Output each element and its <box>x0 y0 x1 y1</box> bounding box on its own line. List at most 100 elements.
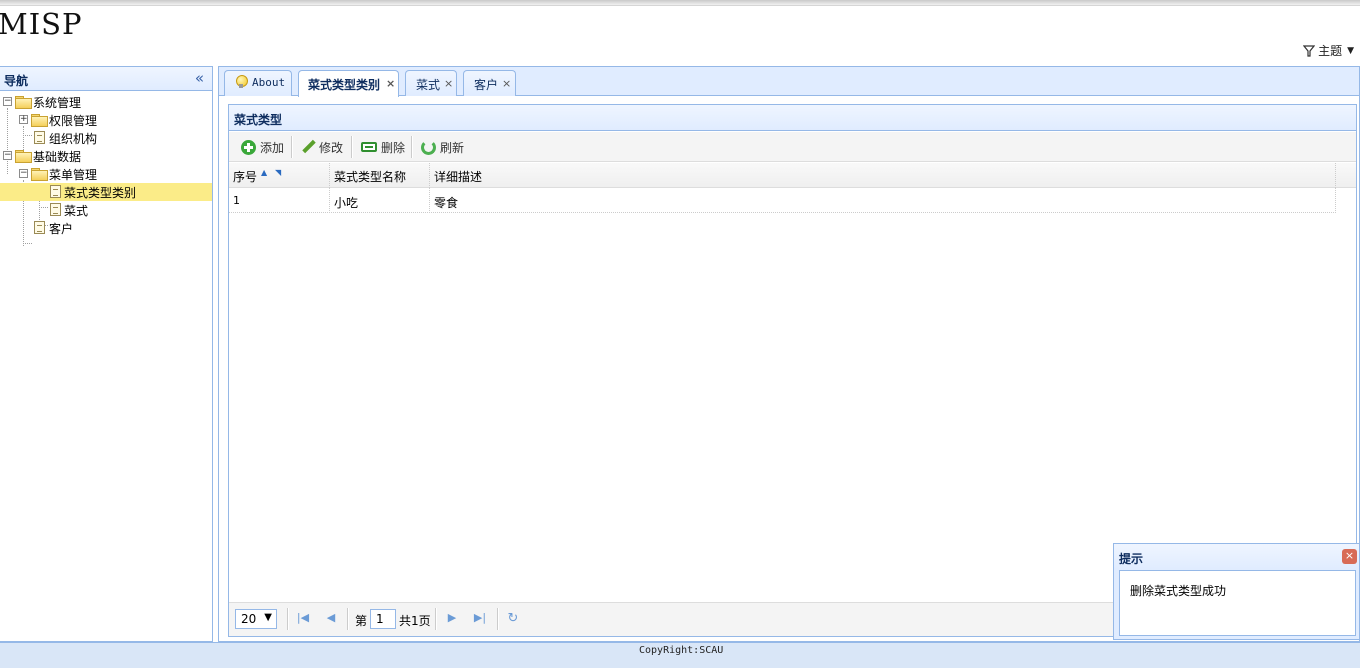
tree-connector <box>23 243 32 244</box>
refresh-button[interactable]: 刷新 <box>421 136 464 158</box>
notification-title: 提示 <box>1119 552 1144 566</box>
tree-node-label: 基础数据 <box>33 150 82 164</box>
tab-label: 菜式 <box>416 78 441 92</box>
tab-dish[interactable]: 菜式 × <box>405 70 457 96</box>
toolbar-separator <box>351 136 353 158</box>
page-prefix: 第 <box>355 614 368 628</box>
column-header-description[interactable]: 详细描述 <box>430 163 1336 188</box>
first-page-icon[interactable]: |◀ <box>296 611 310 627</box>
app-root: MISP 主题 ▼ 导航 « − 系统管理 + 权限管理 组织机构 − 基础数据… <box>0 0 1360 668</box>
remove-icon <box>361 142 377 152</box>
tree-node-permission-management[interactable]: + 权限管理 <box>0 111 212 129</box>
caret-down-icon: ▼ <box>1347 45 1354 56</box>
folder-open-icon <box>15 150 32 163</box>
add-button[interactable]: 添加 <box>241 136 284 158</box>
tree-node-dish[interactable]: 菜式 <box>0 201 212 219</box>
cell-value: 小吃 <box>334 196 359 210</box>
collapse-toggle-icon[interactable]: − <box>3 151 12 160</box>
nav-panel-header: 导航 « <box>0 67 212 91</box>
tab-customer[interactable]: 客户 × <box>463 70 516 96</box>
column-header-type-name[interactable]: 菜式类型名称 <box>330 163 430 188</box>
file-icon <box>50 203 61 216</box>
tree-node-menu-management[interactable]: − 菜单管理 <box>0 165 212 183</box>
cell-index: 1 <box>229 188 330 213</box>
pager-separator <box>435 608 437 630</box>
file-icon <box>34 221 45 234</box>
caret-down-icon: ▼ <box>264 612 272 623</box>
double-chevron-left-icon[interactable]: « <box>195 69 204 87</box>
column-header-label: 菜式类型名称 <box>334 170 407 184</box>
sort-desc-icon[interactable]: ◥ <box>275 168 281 177</box>
file-icon <box>50 185 61 198</box>
sort-asc-icon[interactable]: ▲ <box>261 168 267 177</box>
panel-title: 菜式类型 <box>234 113 283 127</box>
delete-button[interactable]: 删除 <box>361 136 405 158</box>
reload-icon[interactable]: ↻ <box>506 611 520 627</box>
lightbulb-icon <box>236 75 248 88</box>
notification-window: 提示 × 删除菜式类型成功 <box>1113 543 1360 640</box>
collapse-toggle-icon[interactable]: − <box>19 169 28 178</box>
notification-body: 删除菜式类型成功 <box>1119 570 1356 636</box>
pager-separator <box>287 608 289 630</box>
pager-separator <box>497 608 499 630</box>
cell-value: 1 <box>233 194 240 207</box>
tree-node-customer[interactable]: 客户 <box>0 219 212 237</box>
browser-top-strip <box>0 0 1360 6</box>
tree-node-label: 客户 <box>49 222 74 236</box>
tab-about[interactable]: About <box>224 70 292 96</box>
close-icon[interactable]: × <box>386 77 395 90</box>
cell-description: 零食 <box>430 188 1336 213</box>
page-number-input[interactable]: 1 <box>370 609 396 629</box>
last-page-icon[interactable]: ▶| <box>473 611 487 627</box>
file-icon <box>34 131 45 144</box>
column-header-index[interactable]: 序号 ▲ ◥ <box>229 163 330 188</box>
delete-button-label: 删除 <box>381 140 406 155</box>
tab-bar: About 菜式类型类别 × 菜式 × 客户 × <box>219 67 1359 97</box>
tree-node-label: 组织机构 <box>49 132 98 146</box>
column-header-label: 序号 <box>233 170 258 184</box>
tab-dish-type-category[interactable]: 菜式类型类别 × <box>298 70 399 97</box>
column-header-label: 详细描述 <box>434 170 483 184</box>
table-row[interactable]: 1 小吃 零食 <box>229 188 1336 213</box>
cell-value: 零食 <box>434 196 459 210</box>
tab-label: 客户 <box>474 78 499 92</box>
next-page-icon[interactable]: ▶ <box>445 611 459 627</box>
tree-node-dish-type-category[interactable]: 菜式类型类别 <box>0 183 212 201</box>
toolbar-separator <box>411 136 413 158</box>
close-icon[interactable]: × <box>502 77 511 90</box>
refresh-icon <box>421 139 436 155</box>
panel-header: 菜式类型 <box>229 105 1356 131</box>
toolbar-separator <box>291 136 293 158</box>
prev-page-icon[interactable]: ◀ <box>324 611 338 627</box>
close-icon[interactable]: × <box>444 77 453 90</box>
expand-toggle-icon[interactable]: + <box>19 115 28 124</box>
page-total: 共1页 <box>399 614 431 628</box>
tree-node-organization[interactable]: 组织机构 <box>0 129 212 147</box>
pager-separator <box>347 608 349 630</box>
tree-node-label: 菜式类型类别 <box>64 186 137 200</box>
notification-text: 删除菜式类型成功 <box>1130 584 1227 598</box>
page-size-select[interactable]: 20 ▼ <box>235 609 277 629</box>
tree-node-system-management[interactable]: − 系统管理 <box>0 93 212 111</box>
filter-icon <box>1303 44 1316 57</box>
tree-node-label: 权限管理 <box>49 114 98 128</box>
close-icon[interactable]: × <box>1342 549 1357 564</box>
pencil-icon <box>301 140 315 154</box>
app-title: MISP <box>0 7 83 41</box>
tree-node-label: 菜式 <box>64 204 89 218</box>
folder-icon <box>31 114 48 127</box>
edit-button[interactable]: 修改 <box>301 136 343 158</box>
tree-node-label: 菜单管理 <box>49 168 98 182</box>
grid-toolbar: 添加 修改 删除 刷新 <box>229 132 1356 162</box>
nav-panel-title: 导航 <box>4 74 29 88</box>
refresh-button-label: 刷新 <box>440 140 465 155</box>
tree-node-basic-data[interactable]: − 基础数据 <box>0 147 212 165</box>
theme-menu[interactable]: 主题 ▼ <box>1303 42 1354 59</box>
grid-header: 序号 ▲ ◥ 菜式类型名称 详细描述 <box>229 163 1356 188</box>
theme-menu-label: 主题 <box>1318 44 1343 58</box>
tab-label: 菜式类型类别 <box>308 78 381 92</box>
footer: CopyRight:SCAU <box>0 642 1360 668</box>
add-icon <box>241 139 256 155</box>
add-button-label: 添加 <box>260 140 285 155</box>
collapse-toggle-icon[interactable]: − <box>3 97 12 106</box>
